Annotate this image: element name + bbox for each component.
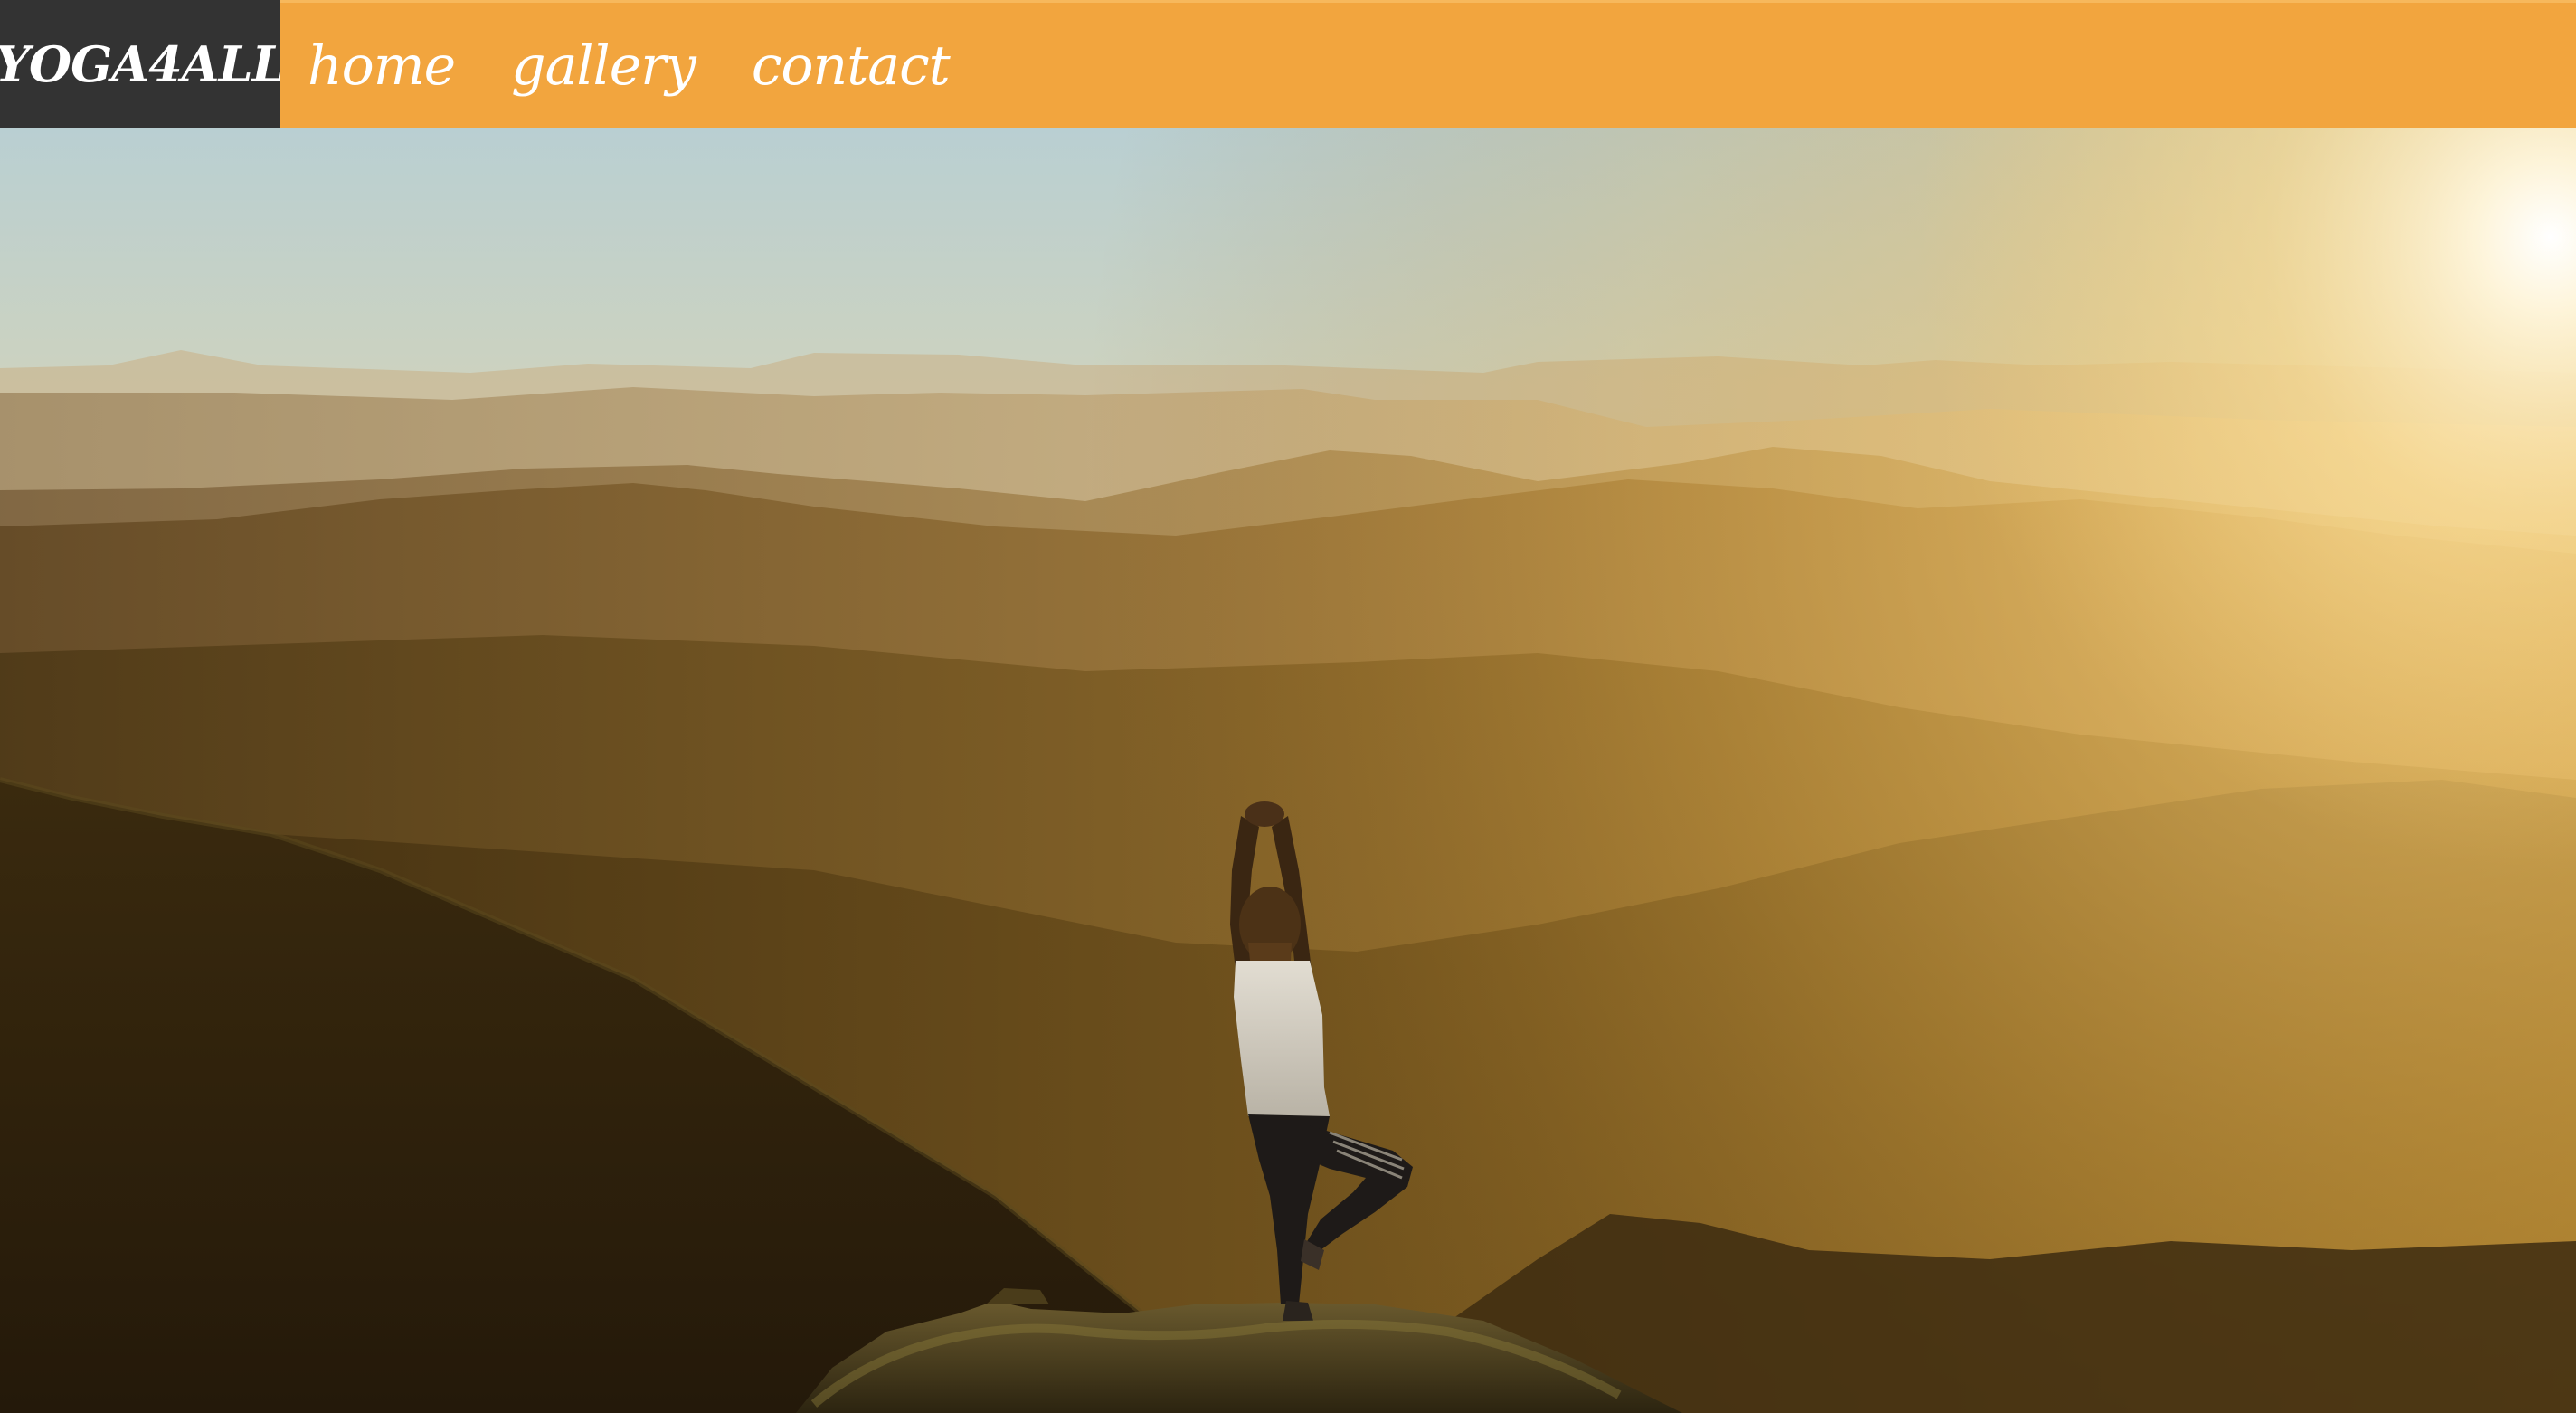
hero-image — [0, 128, 2576, 1413]
nav-link-gallery[interactable]: gallery — [511, 34, 696, 98]
brand-logo-link[interactable]: YOGA4ALL — [0, 0, 287, 128]
nav-links: home gallery contact — [280, 0, 2576, 128]
hero-photo — [0, 128, 2576, 1413]
nav-link-contact[interactable]: contact — [752, 34, 951, 98]
nav-link-home[interactable]: home — [308, 34, 456, 98]
top-nav: YOGA4ALL home gallery contact — [0, 0, 2576, 128]
page: YOGA4ALL home gallery contact — [0, 0, 2576, 1413]
